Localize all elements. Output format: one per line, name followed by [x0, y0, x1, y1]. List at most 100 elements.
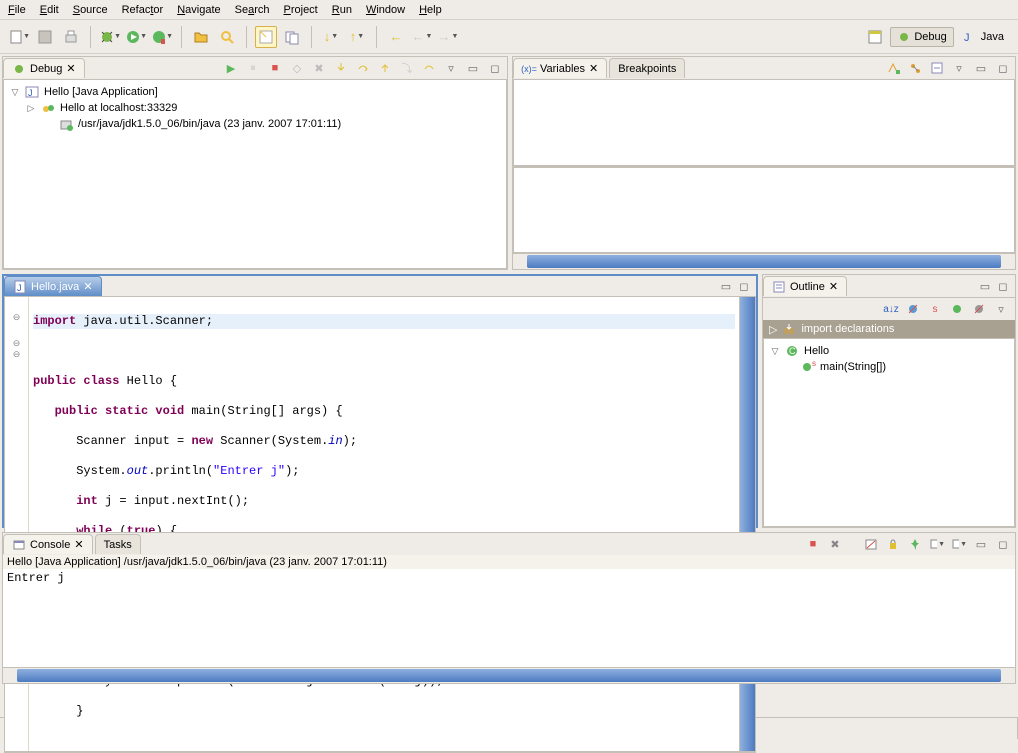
maximize-button[interactable]: ◻ [995, 60, 1011, 76]
class-icon: C [784, 344, 800, 358]
debug-panel: Debug ✕ ▶ ⏸ ■ ◇ ✖ ⤵ ▿ ▭ ◻ ▽ [2, 56, 508, 270]
hide-static-button[interactable]: s [927, 301, 943, 317]
outline-class-label: Hello [804, 345, 829, 357]
variables-tab[interactable]: (x)= Variables ✕ [513, 58, 607, 78]
hide-local-button[interactable] [971, 301, 987, 317]
minimize-button[interactable]: ▭ [977, 278, 993, 294]
terminate-button[interactable]: ■ [267, 60, 283, 76]
minimize-button[interactable]: ▭ [718, 278, 734, 294]
terminate-button[interactable]: ■ [805, 536, 821, 552]
debug-process-row[interactable]: /usr/java/jdk1.5.0_06/bin/java (23 janv.… [8, 116, 502, 132]
menu-edit[interactable]: Edit [40, 4, 59, 16]
open-console-button[interactable]: +▼ [951, 536, 967, 552]
close-icon[interactable]: ✕ [83, 280, 92, 293]
debug-button[interactable]: ▼ [99, 26, 121, 48]
maximize-button[interactable]: ◻ [995, 536, 1011, 552]
outline-tab[interactable]: Outline ✕ [763, 276, 847, 296]
menu-search[interactable]: Search [235, 4, 270, 16]
disconnect-button[interactable]: ◇ [289, 60, 305, 76]
perspective-java[interactable]: J Java [958, 28, 1010, 46]
new-button[interactable]: ▼ [8, 26, 30, 48]
search-button[interactable] [216, 26, 238, 48]
collapse-icon[interactable]: ▽ [770, 346, 780, 357]
show-logical-button[interactable] [907, 60, 923, 76]
horizontal-scrollbar[interactable] [513, 253, 1015, 269]
clear-console-button[interactable] [863, 536, 879, 552]
horizontal-scrollbar[interactable] [3, 667, 1015, 683]
show-type-names-button[interactable] [885, 60, 901, 76]
java-file-icon: J [13, 280, 27, 294]
remove-launch-button[interactable]: ✖ [827, 536, 843, 552]
remove-terminated-button[interactable]: ✖ [311, 60, 327, 76]
minimize-button[interactable]: ▭ [465, 60, 481, 76]
step-over-button[interactable] [355, 60, 371, 76]
skip-breakpoints-button[interactable] [281, 26, 303, 48]
display-console-button[interactable]: ▼ [929, 536, 945, 552]
debug-tab[interactable]: Debug ✕ [3, 58, 85, 78]
view-menu-button[interactable]: ▿ [951, 60, 967, 76]
menu-help[interactable]: Help [419, 4, 442, 16]
menu-window[interactable]: Window [366, 4, 405, 16]
collapse-all-button[interactable] [929, 60, 945, 76]
outline-method-row[interactable]: s main(String[]) [768, 359, 1010, 375]
outline-tab-label: Outline [790, 281, 825, 293]
close-icon[interactable]: ✕ [589, 62, 598, 75]
hide-non-public-button[interactable] [949, 301, 965, 317]
menu-project[interactable]: Project [284, 4, 318, 16]
back-button[interactable]: ← [385, 26, 407, 48]
minimize-button[interactable]: ▭ [973, 60, 989, 76]
drop-to-frame-button[interactable]: ⤵ [399, 60, 415, 76]
expand-icon[interactable]: ▷ [26, 103, 36, 114]
maximize-button[interactable]: ◻ [995, 278, 1011, 294]
close-icon[interactable]: ✕ [829, 280, 838, 293]
save-button[interactable] [34, 26, 56, 48]
expand-icon[interactable]: ▷ [769, 323, 777, 336]
minimize-button[interactable]: ▭ [973, 536, 989, 552]
prev-annotation-button[interactable]: ↑▼ [346, 26, 368, 48]
step-return-button[interactable] [377, 60, 393, 76]
maximize-button[interactable]: ◻ [736, 278, 752, 294]
perspective-debug-label: Debug [914, 31, 946, 43]
close-icon[interactable]: ✕ [74, 538, 83, 551]
scroll-lock-button[interactable] [885, 536, 901, 552]
forward-button[interactable]: →▼ [437, 26, 459, 48]
print-button[interactable] [60, 26, 82, 48]
step-into-button[interactable] [333, 60, 349, 76]
outline-imports-row[interactable]: ▷ import declarations [763, 320, 1015, 338]
outline-class-row[interactable]: ▽ C Hello [768, 343, 1010, 359]
close-icon[interactable]: ✕ [66, 62, 75, 75]
run-button[interactable]: ▼ [125, 26, 147, 48]
suspend-button[interactable]: ⏸ [245, 60, 261, 76]
editor-tab[interactable]: J Hello.java ✕ [4, 276, 102, 296]
view-menu-button[interactable]: ▿ [993, 301, 1009, 317]
toggle-breakpoint-button[interactable] [255, 26, 277, 48]
maximize-button[interactable]: ◻ [487, 60, 503, 76]
bug-icon [897, 30, 911, 44]
perspective-debug[interactable]: Debug [890, 27, 953, 47]
next-annotation-button[interactable]: ↓▼ [320, 26, 342, 48]
use-step-filters-button[interactable] [421, 60, 437, 76]
open-type-button[interactable] [190, 26, 212, 48]
menu-refactor[interactable]: Refactor [122, 4, 164, 16]
menu-source[interactable]: Source [73, 4, 108, 16]
debug-process-label: /usr/java/jdk1.5.0_06/bin/java (23 janv.… [78, 118, 341, 130]
console-tab[interactable]: Console ✕ [3, 534, 93, 554]
view-menu-button[interactable]: ▿ [443, 60, 459, 76]
debug-target-row[interactable]: ▷ Hello at localhost:33329 [8, 100, 502, 116]
open-perspective-button[interactable] [864, 26, 886, 48]
back-menu-button[interactable]: ←▼ [411, 26, 433, 48]
breakpoints-tab[interactable]: Breakpoints [609, 58, 685, 78]
tasks-tab[interactable]: Tasks [95, 534, 141, 554]
hide-fields-button[interactable] [905, 301, 921, 317]
external-tools-button[interactable]: ▼ [151, 26, 173, 48]
menu-file[interactable]: File [8, 4, 26, 16]
menu-run[interactable]: Run [332, 4, 352, 16]
console-output[interactable]: Entrer j [3, 569, 1015, 667]
sort-button[interactable]: a↓z [883, 301, 899, 317]
import-icon [781, 322, 797, 336]
resume-button[interactable]: ▶ [223, 60, 239, 76]
menu-navigate[interactable]: Navigate [177, 4, 220, 16]
pin-console-button[interactable] [907, 536, 923, 552]
debug-root-row[interactable]: ▽ J Hello [Java Application] [8, 84, 502, 100]
collapse-icon[interactable]: ▽ [10, 87, 20, 98]
